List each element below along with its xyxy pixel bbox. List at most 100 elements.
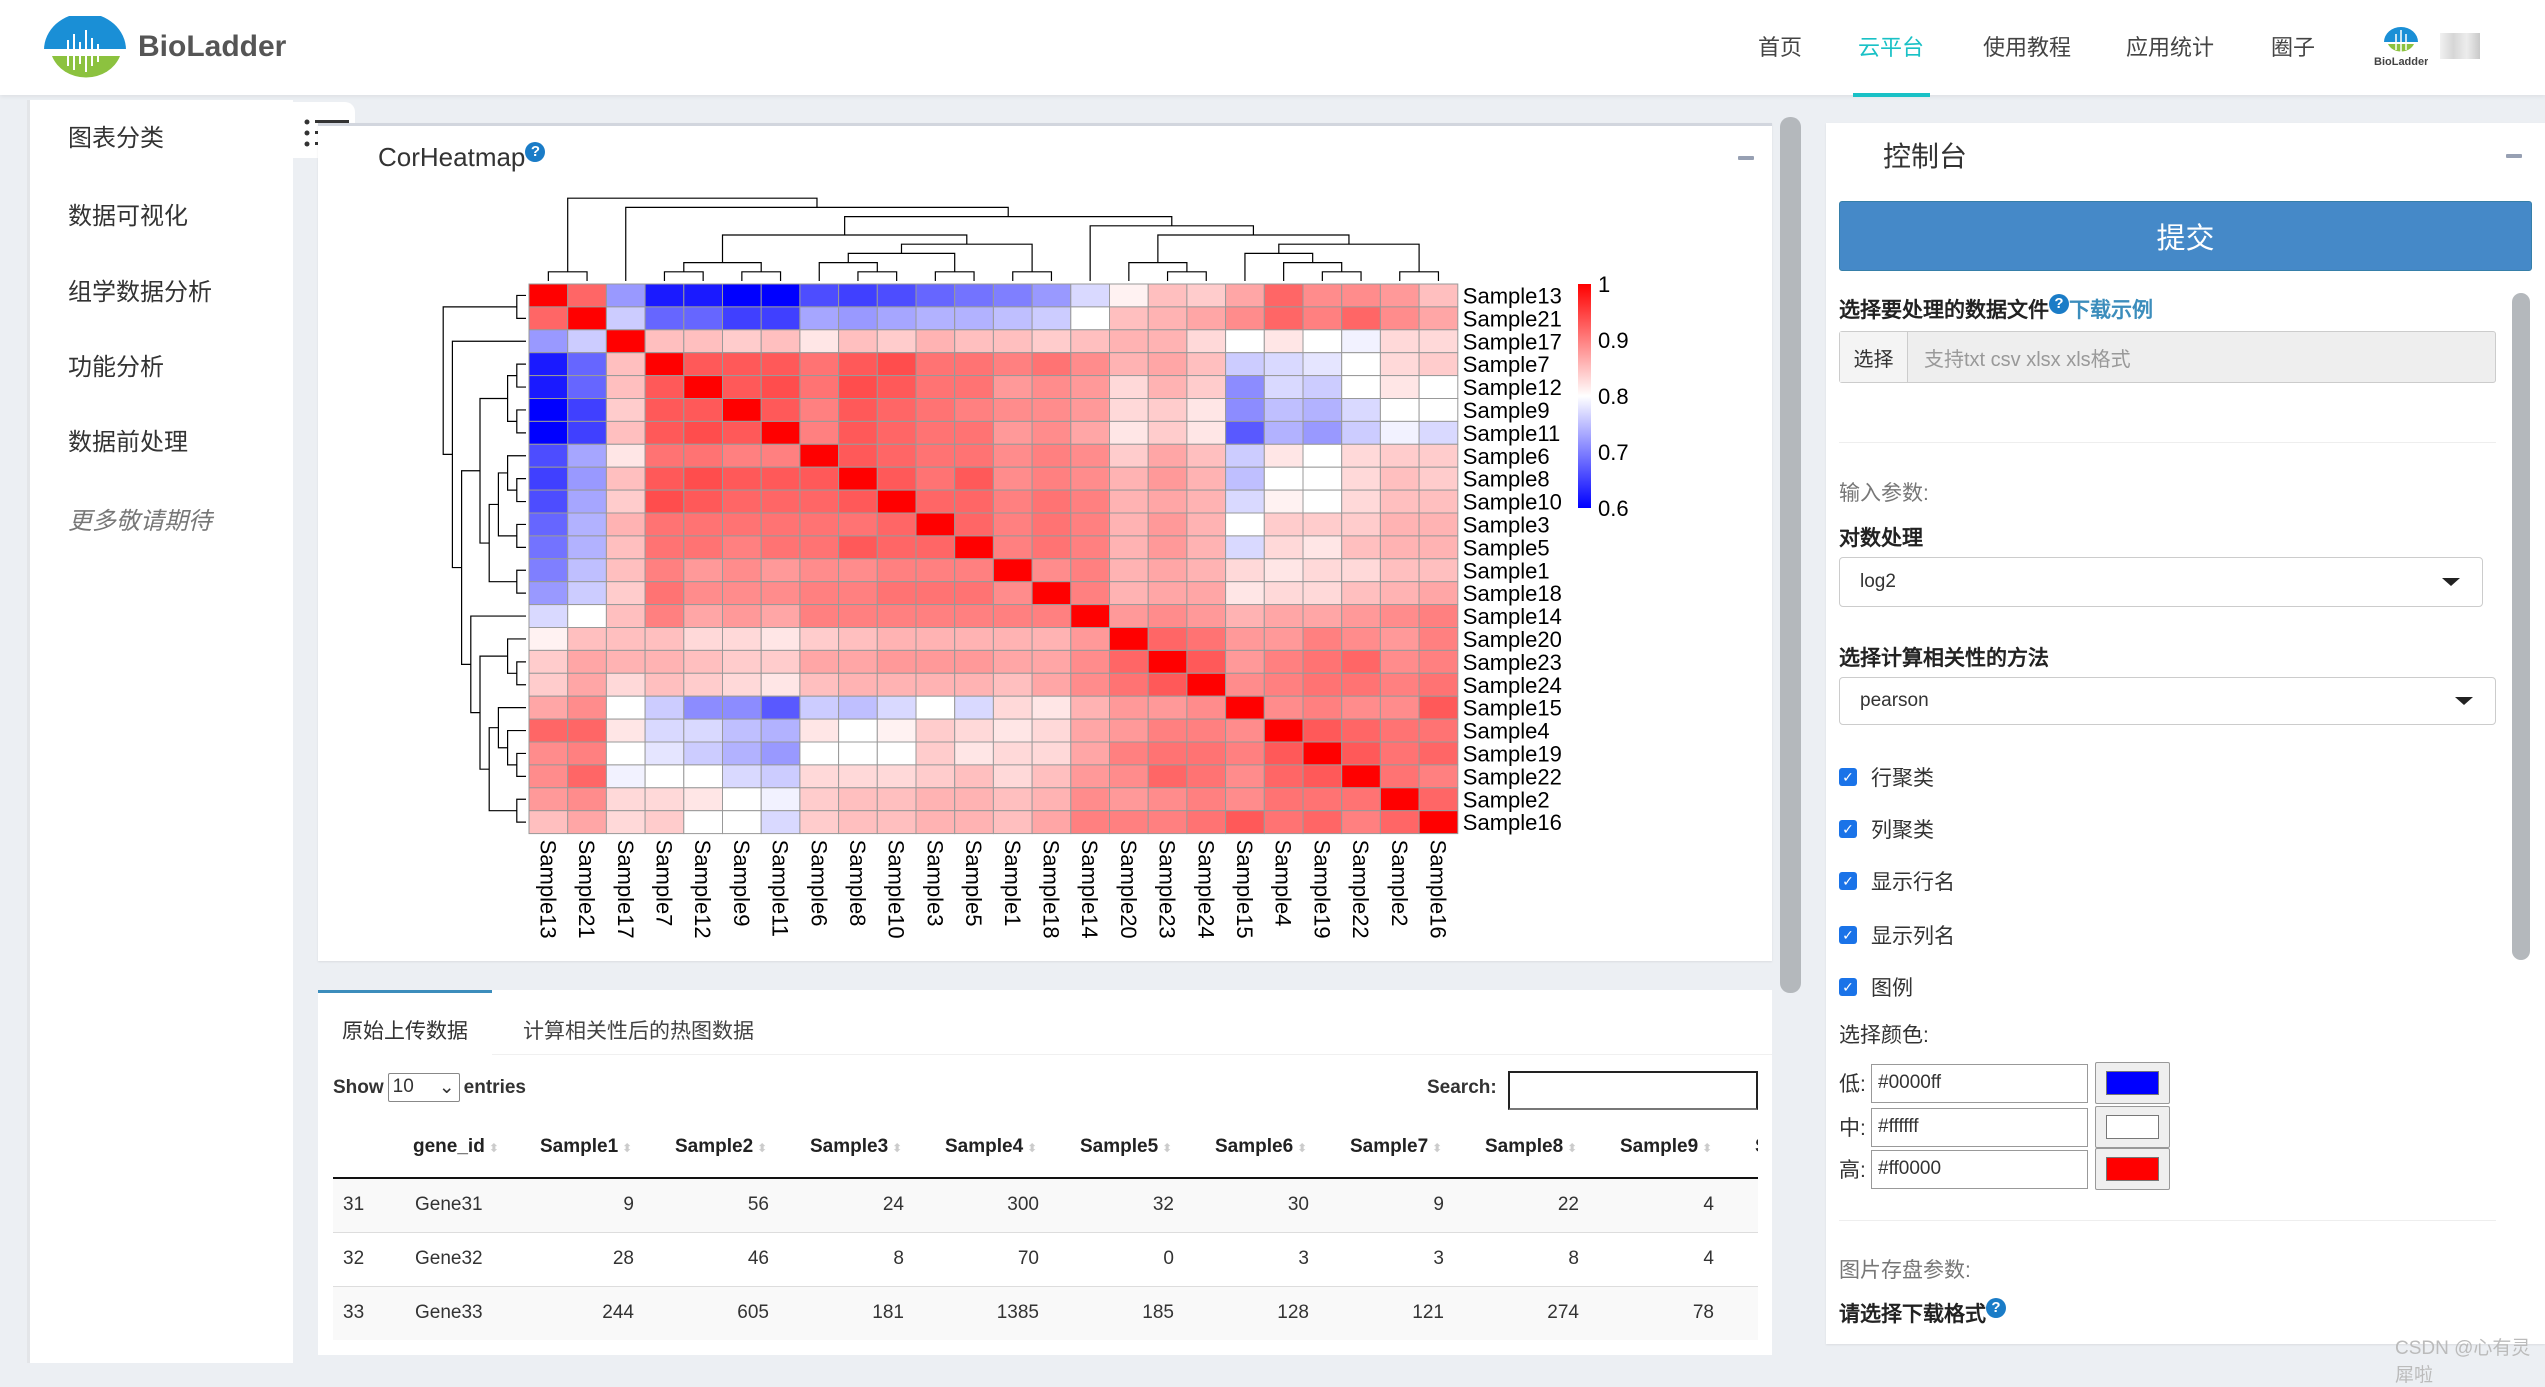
sort-icon: ⬍ bbox=[1567, 1140, 1578, 1155]
row-label: Sample11 bbox=[1463, 421, 1560, 446]
column-header[interactable] bbox=[333, 1116, 400, 1178]
heatmap-cell bbox=[1418, 398, 1459, 422]
row-dendrogram-branch bbox=[516, 752, 526, 777]
heatmap-cell bbox=[567, 443, 607, 468]
heatmap-cell bbox=[1302, 306, 1343, 331]
nav-statistics[interactable]: 应用统计 bbox=[2126, 30, 2214, 62]
checkbox-checked-icon[interactable]: ✓ bbox=[1839, 820, 1857, 838]
heatmap-cell bbox=[1070, 398, 1111, 422]
heatmap-cell bbox=[605, 512, 646, 537]
color-picker-button[interactable] bbox=[2095, 1106, 2170, 1148]
choose-file-button[interactable]: 选择 bbox=[1840, 332, 1908, 382]
heatmap-cell bbox=[644, 764, 685, 789]
color-hex-input[interactable]: #ffffff bbox=[1871, 1107, 2088, 1147]
color-picker-button[interactable] bbox=[2095, 1148, 2170, 1190]
column-header[interactable]: Sample6 ⬍ bbox=[1202, 1116, 1337, 1178]
checkbox-checked-icon[interactable]: ✓ bbox=[1839, 926, 1857, 944]
heatmap-cell bbox=[992, 352, 1033, 377]
heatmap-cell bbox=[954, 627, 994, 651]
table-cell: 78 bbox=[1607, 1285, 1742, 1340]
user-avatar[interactable]: BioLadder bbox=[2374, 24, 2428, 74]
heatmap-cell bbox=[876, 375, 917, 400]
heatmap-cell bbox=[838, 535, 878, 560]
help-icon[interactable]: ? bbox=[1986, 1298, 2006, 1318]
heatmap-cell bbox=[876, 512, 917, 537]
main-scrollbar[interactable] bbox=[1780, 117, 1801, 993]
log-select[interactable]: log2 bbox=[1839, 557, 2483, 607]
color-hex-input[interactable]: #ff0000 bbox=[1871, 1149, 2088, 1189]
heatmap-cell bbox=[760, 741, 801, 766]
control-scrollbar[interactable] bbox=[2512, 293, 2530, 960]
heatmap-cell bbox=[1109, 398, 1149, 422]
checkbox-option[interactable]: ✓ 列聚类 bbox=[1839, 814, 1934, 844]
heatmap-cell bbox=[1109, 604, 1149, 628]
table-cell: 3 bbox=[1337, 1231, 1472, 1286]
heatmap-cell bbox=[528, 466, 569, 491]
column-header[interactable]: Sample5 ⬍ bbox=[1067, 1116, 1202, 1178]
checkbox-option[interactable]: ✓ 显示行名 bbox=[1839, 866, 1955, 896]
download-example-link[interactable]: 下载示例 bbox=[2069, 299, 2153, 322]
checkbox-option[interactable]: ✓ 图例 bbox=[1839, 972, 1913, 1002]
heatmap-cell bbox=[1263, 375, 1304, 400]
column-header[interactable]: Sample1 ⬍ bbox=[527, 1116, 662, 1178]
heatmap-cell bbox=[1147, 718, 1188, 743]
nav-cloud-platform[interactable]: 云平台 bbox=[1858, 30, 1924, 62]
tab-heatmap-data[interactable]: 计算相关性后的热图数据 bbox=[523, 1015, 754, 1045]
column-header[interactable]: Sample10⬍ bbox=[1742, 1116, 1758, 1178]
column-dendrogram-branch bbox=[1278, 243, 1420, 272]
help-icon[interactable]: ? bbox=[2049, 294, 2069, 314]
heatmap-cell bbox=[528, 443, 569, 468]
heatmap-cell bbox=[644, 787, 685, 812]
column-header[interactable]: Sample8 ⬍ bbox=[1472, 1116, 1607, 1178]
heatmap-cell bbox=[528, 718, 569, 743]
checkbox-checked-icon[interactable]: ✓ bbox=[1839, 872, 1857, 890]
heatmap-cell bbox=[992, 420, 1033, 445]
legend-tick-label: 0.8 bbox=[1598, 384, 1629, 409]
column-header[interactable]: Sample4 ⬍ bbox=[932, 1116, 1067, 1178]
checkbox-checked-icon[interactable]: ✓ bbox=[1839, 978, 1857, 996]
column-dendrogram-branch bbox=[1244, 252, 1314, 281]
heatmap-cell bbox=[1147, 581, 1188, 606]
column-header[interactable]: gene_id ⬍ bbox=[400, 1116, 527, 1178]
nav-circle[interactable]: 圈子 bbox=[2271, 30, 2315, 62]
color-picker-button[interactable] bbox=[2095, 1062, 2170, 1104]
heatmap-cell bbox=[915, 375, 956, 400]
checkbox-option[interactable]: ✓ 行聚类 bbox=[1839, 762, 1934, 792]
heatmap-cell bbox=[876, 695, 917, 720]
column-header[interactable]: Sample9 ⬍ bbox=[1607, 1116, 1742, 1178]
entries-select[interactable]: 10 ⌄ bbox=[387, 1073, 460, 1102]
checkbox-checked-icon[interactable]: ✓ bbox=[1839, 768, 1857, 786]
checkbox-option[interactable]: ✓ 显示列名 bbox=[1839, 920, 1955, 950]
submit-button[interactable]: 提交 bbox=[1839, 201, 2532, 271]
table-wrapper: gene_id ⬍ Sample1 ⬍ Sample2 ⬍ Sample3 ⬍ Sample4 ⬍… bbox=[333, 1116, 1758, 1340]
method-select[interactable]: pearson bbox=[1839, 677, 2496, 725]
collapse-control-button[interactable] bbox=[2506, 154, 2522, 158]
column-header[interactable]: Sample2 ⬍ bbox=[662, 1116, 797, 1178]
heatmap-cell bbox=[567, 695, 607, 720]
heatmap-cell bbox=[1263, 489, 1304, 514]
heatmap-cell bbox=[1263, 443, 1304, 468]
heatmap-cell bbox=[1031, 695, 1072, 720]
tab-raw-data[interactable]: 原始上传数据 bbox=[318, 990, 492, 1055]
username-blurred[interactable] bbox=[2440, 33, 2480, 59]
color-hex-input[interactable]: #0000ff bbox=[1871, 1063, 2088, 1103]
nav-tutorial[interactable]: 使用教程 bbox=[1983, 30, 2071, 62]
heatmap-cell bbox=[605, 649, 646, 674]
heatmap-cell bbox=[1418, 512, 1459, 537]
heatmap-cell bbox=[1302, 489, 1343, 514]
heatmap-cell bbox=[683, 581, 723, 606]
file-input[interactable]: 选择 支持txt csv xlsx xls格式 bbox=[1839, 331, 2496, 383]
column-header[interactable]: Sample3 ⬍ bbox=[797, 1116, 932, 1178]
log-label: 对数处理 bbox=[1839, 527, 1923, 550]
search-input[interactable] bbox=[1508, 1071, 1758, 1110]
heatmap-cell bbox=[799, 764, 840, 789]
heatmap-cell bbox=[1225, 489, 1265, 514]
column-header[interactable]: Sample7 ⬍ bbox=[1337, 1116, 1472, 1178]
heatmap-cell bbox=[605, 306, 646, 331]
heatmap-cell bbox=[644, 512, 685, 537]
heatmap-cell bbox=[1379, 512, 1420, 537]
method-value: pearson bbox=[1860, 690, 1929, 711]
heatmap-cell bbox=[760, 512, 801, 537]
heatmap-cell bbox=[1379, 672, 1420, 697]
row-dendrogram-branch bbox=[516, 363, 526, 388]
